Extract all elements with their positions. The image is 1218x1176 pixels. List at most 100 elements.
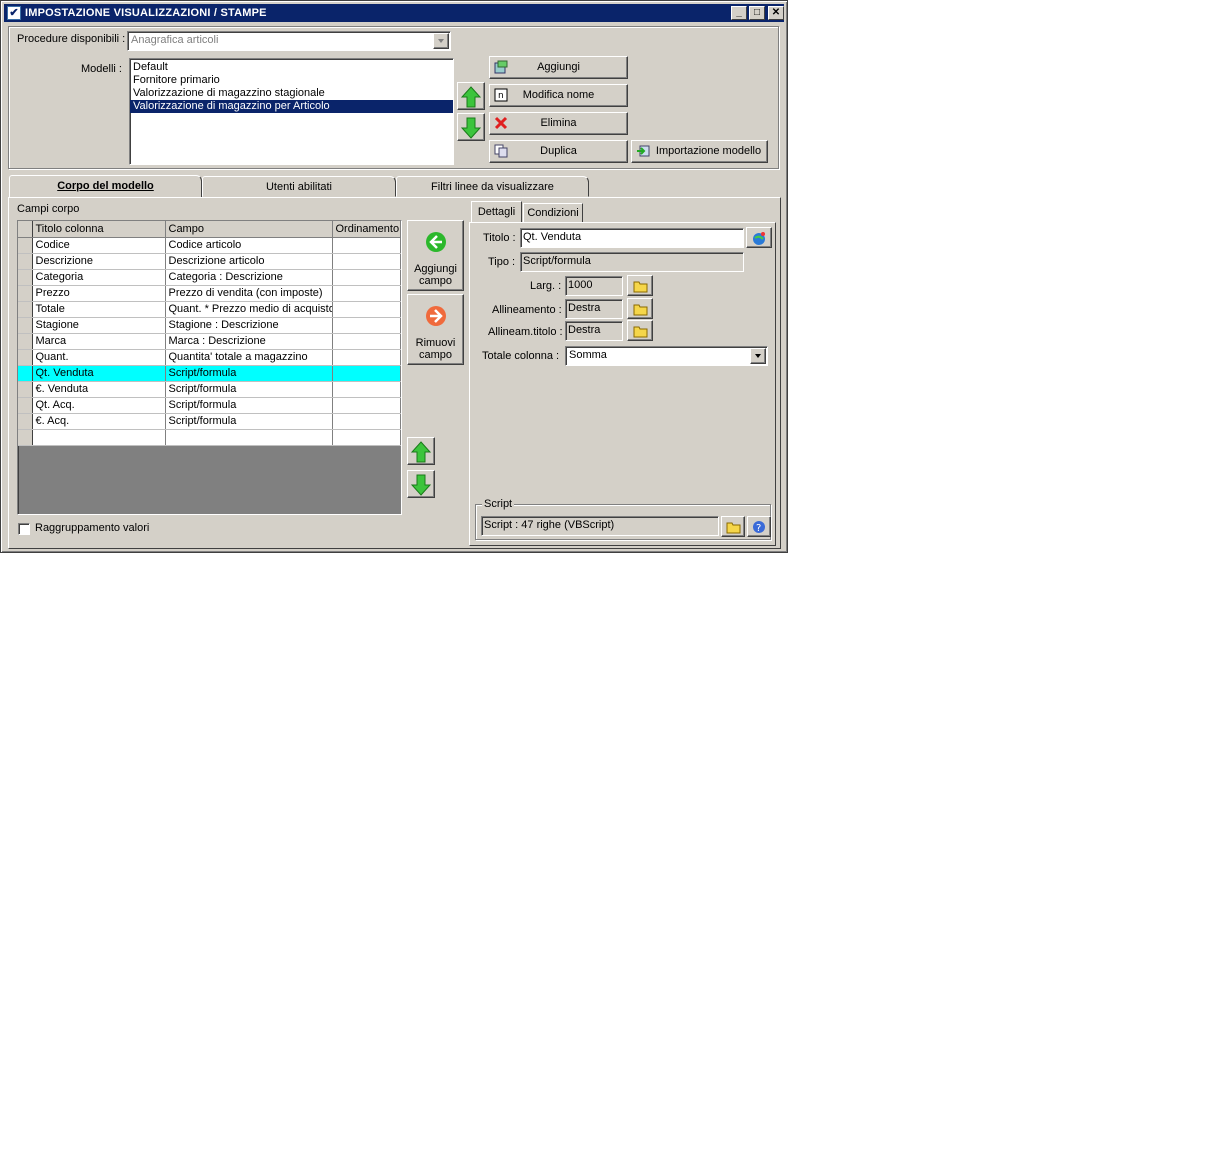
table-cell[interactable]: Categoria : Descrizione xyxy=(165,269,333,286)
importazione-modello-button[interactable]: Importazione modello xyxy=(631,140,768,163)
table-cell[interactable]: Script/formula xyxy=(165,413,333,430)
field-move-down-button[interactable] xyxy=(407,470,435,498)
table-cell[interactable]: €. Acq. xyxy=(32,413,166,430)
table-row[interactable]: Codice Codice articolo xyxy=(18,237,401,254)
table-cell[interactable]: Quant. * Prezzo medio di acquisto xyxy=(165,301,333,318)
table-cell[interactable] xyxy=(332,285,401,302)
table-cell[interactable]: Marca xyxy=(32,333,166,350)
table-row[interactable]: Qt. Venduta Script/formula xyxy=(18,365,401,382)
table-row[interactable] xyxy=(18,429,401,446)
tab-corpo-del-modello[interactable]: Corpo del modello xyxy=(9,175,202,198)
row-indicator[interactable] xyxy=(18,333,33,350)
duplica-button[interactable]: Duplica xyxy=(489,140,628,163)
row-indicator[interactable] xyxy=(18,253,33,270)
table-cell[interactable] xyxy=(332,317,401,334)
allineamento-folder-button[interactable] xyxy=(627,298,653,319)
row-indicator[interactable] xyxy=(18,285,33,302)
aggiungi-button[interactable]: Aggiungi xyxy=(489,56,628,79)
row-indicator[interactable] xyxy=(18,413,33,430)
row-indicator[interactable] xyxy=(18,317,33,334)
column-header[interactable]: Titolo colonna xyxy=(32,221,166,238)
table-row[interactable]: Descrizione Descrizione articolo xyxy=(18,253,401,270)
table-cell[interactable]: Marca : Descrizione xyxy=(165,333,333,350)
table-row[interactable]: Categoria Categoria : Descrizione xyxy=(18,269,401,286)
row-indicator[interactable] xyxy=(18,301,33,318)
table-row[interactable]: Marca Marca : Descrizione xyxy=(18,333,401,350)
table-cell[interactable]: Qt. Venduta xyxy=(32,365,166,382)
table-cell[interactable]: €. Venduta xyxy=(32,381,166,398)
table-row[interactable]: Totale Quant. * Prezzo medio di acquisto xyxy=(18,301,401,318)
modello-item[interactable]: Valorizzazione di magazzino stagionale xyxy=(130,87,453,100)
procedure-combobox[interactable]: Anagrafica articoli xyxy=(127,31,451,51)
aggiungi-campo-button[interactable]: Aggiungi campo xyxy=(407,220,464,291)
modello-item[interactable]: Default xyxy=(130,61,453,74)
table-cell[interactable]: Descrizione xyxy=(32,253,166,270)
allineam-titolo-folder-button[interactable] xyxy=(627,320,653,341)
table-cell[interactable]: Codice xyxy=(32,237,166,254)
table-cell[interactable] xyxy=(165,429,333,446)
table-cell[interactable]: Codice articolo xyxy=(165,237,333,254)
column-header[interactable]: Campo xyxy=(165,221,333,238)
table-cell[interactable] xyxy=(332,413,401,430)
tab-condizioni[interactable]: Condizioni xyxy=(523,203,583,223)
table-cell[interactable] xyxy=(332,333,401,350)
totale-dropdown-button[interactable] xyxy=(750,348,766,364)
rimuovi-campo-button[interactable]: Rimuovi campo xyxy=(407,294,464,365)
tab-filtri-linee[interactable]: Filtri linee da visualizzare xyxy=(396,176,589,197)
row-indicator[interactable] xyxy=(18,269,33,286)
table-cell[interactable]: Prezzo xyxy=(32,285,166,302)
table-cell[interactable] xyxy=(332,429,401,446)
model-move-down-button[interactable] xyxy=(457,113,485,141)
table-cell[interactable] xyxy=(32,429,166,446)
table-row[interactable]: Stagione Stagione : Descrizione xyxy=(18,317,401,334)
table-cell[interactable]: Prezzo di vendita (con imposte) xyxy=(165,285,333,302)
row-indicator[interactable] xyxy=(18,429,33,446)
script-folder-button[interactable] xyxy=(721,516,745,537)
table-cell[interactable]: Stagione xyxy=(32,317,166,334)
table-row[interactable]: Qt. Acq. Script/formula xyxy=(18,397,401,414)
raggruppamento-checkbox[interactable] xyxy=(18,523,30,535)
table-cell[interactable] xyxy=(332,269,401,286)
table-cell[interactable]: Categoria xyxy=(32,269,166,286)
larg-folder-button[interactable] xyxy=(627,275,653,296)
column-header[interactable]: Ordinamento xyxy=(332,221,401,238)
table-cell[interactable]: Quant. xyxy=(32,349,166,366)
row-indicator[interactable] xyxy=(18,237,33,254)
row-indicator[interactable] xyxy=(18,365,33,382)
script-help-button[interactable]: ? xyxy=(747,516,771,537)
table-cell[interactable]: Script/formula xyxy=(165,381,333,398)
titolo-input[interactable]: Qt. Venduta xyxy=(520,228,744,248)
procedure-dropdown-button[interactable] xyxy=(433,33,449,49)
table-row[interactable]: €. Acq. Script/formula xyxy=(18,413,401,430)
table-cell[interactable] xyxy=(332,237,401,254)
table-cell[interactable]: Stagione : Descrizione xyxy=(165,317,333,334)
row-indicator[interactable] xyxy=(18,349,33,366)
minimize-button[interactable]: _ xyxy=(731,6,747,20)
table-cell[interactable]: Qt. Acq. xyxy=(32,397,166,414)
modello-item[interactable]: Fornitore primario xyxy=(130,74,453,87)
elimina-button[interactable]: Elimina xyxy=(489,112,628,135)
tab-dettagli[interactable]: Dettagli xyxy=(471,201,522,223)
table-cell[interactable]: Descrizione articolo xyxy=(165,253,333,270)
table-row[interactable]: Quant. Quantita' totale a magazzino xyxy=(18,349,401,366)
table-row[interactable]: €. Venduta Script/formula xyxy=(18,381,401,398)
campi-grid[interactable]: Titolo colonna Campo Ordinamento Codice Cod… xyxy=(17,220,402,515)
table-cell[interactable]: Totale xyxy=(32,301,166,318)
modello-item[interactable]: Valorizzazione di magazzino per Articolo xyxy=(130,100,453,113)
tab-utenti-abilitati[interactable]: Utenti abilitati xyxy=(202,176,396,197)
table-cell[interactable] xyxy=(332,365,401,382)
table-cell[interactable]: Script/formula xyxy=(165,397,333,414)
maximize-button[interactable]: □ xyxy=(749,6,765,20)
close-button[interactable]: ✕ xyxy=(768,6,784,20)
table-cell[interactable]: Script/formula xyxy=(165,365,333,382)
table-cell[interactable] xyxy=(332,397,401,414)
table-row[interactable]: Prezzo Prezzo di vendita (con imposte) xyxy=(18,285,401,302)
row-indicator[interactable] xyxy=(18,381,33,398)
modelli-listbox[interactable]: Default Fornitore primario Valorizzazione … xyxy=(129,58,454,165)
row-indicator[interactable] xyxy=(18,397,33,414)
totale-colonna-select[interactable]: Somma xyxy=(565,346,768,366)
table-cell[interactable]: Quantita' totale a magazzino xyxy=(165,349,333,366)
modifica-nome-button[interactable]: n Modifica nome xyxy=(489,84,628,107)
table-cell[interactable] xyxy=(332,381,401,398)
table-cell[interactable] xyxy=(332,301,401,318)
